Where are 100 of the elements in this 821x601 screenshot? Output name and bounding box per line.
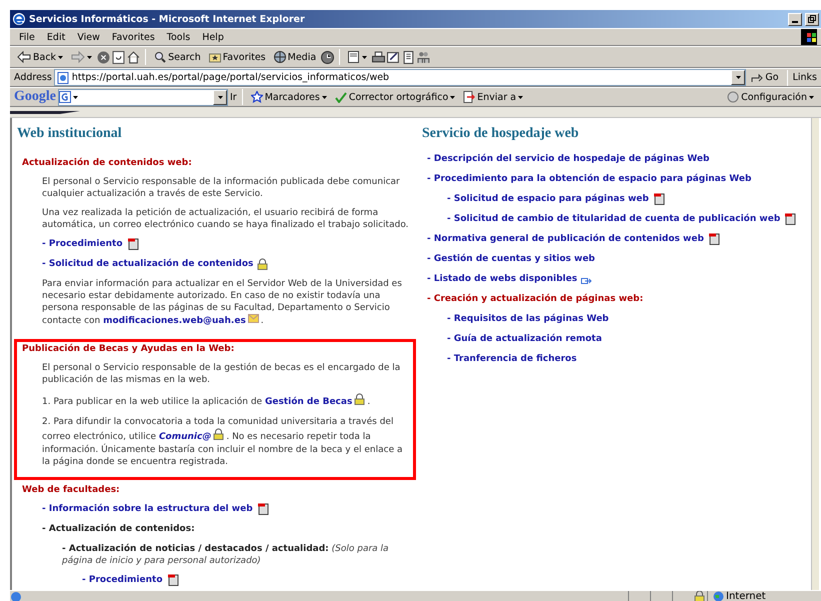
paragraph: Para enviar información para actualizar en el Servidor Web de la Universidad es necesario estar debidamente autorizado. En caso de no existir todavía una persona responsable de las páginas de su Facultad, Departamento o Servicio contacte con modificaciones.web@uah.es . <box>42 278 403 327</box>
windows-logo-icon <box>801 29 817 45</box>
paragraph: El personal o Servicio responsable de la gestión de becas es el encargado de la publicación de las mismas en la web. <box>42 362 402 386</box>
settings-button[interactable]: Configuración <box>724 90 817 104</box>
go-button[interactable]: Go <box>748 71 782 84</box>
link[interactable]: - Solicitud de cambio de titularidad de cuenta de publicación web <box>447 213 780 225</box>
menu-item[interactable]: View <box>72 30 105 44</box>
section-heading: Actualización de contenidos web: <box>22 157 193 169</box>
g-letter-icon <box>59 91 71 103</box>
section-heading: Web de facultades: <box>22 484 121 496</box>
link[interactable]: - Requisitos de las páginas Web <box>447 313 609 325</box>
caret-icon <box>518 96 524 98</box>
people-icon[interactable] <box>417 50 430 64</box>
link[interactable]: Gestión de Becas <box>264 397 352 407</box>
restore-button[interactable] <box>805 12 819 26</box>
document-icon[interactable] <box>402 50 416 64</box>
pdf-file-icon <box>708 233 720 245</box>
link[interactable]: - Solicitud de actualización de contenidos <box>42 258 254 270</box>
toolbar-button[interactable]: Corrector ortográfico <box>332 90 458 104</box>
pdf-file-icon <box>256 503 269 515</box>
caret-icon <box>736 76 741 79</box>
link[interactable]: - Procedimiento <box>42 238 123 250</box>
home-icon[interactable] <box>127 50 140 64</box>
caret-icon <box>218 96 222 98</box>
toolbar-button[interactable]: Media <box>270 50 320 64</box>
caret-icon <box>73 96 78 98</box>
star-icon <box>250 91 263 103</box>
pdf-file-icon <box>126 238 139 250</box>
menu-item[interactable]: Help <box>197 30 229 44</box>
link[interactable]: - Procedimiento para la obtención de espacio para páginas Web <box>427 173 752 185</box>
send-page-icon <box>463 91 476 103</box>
zone-label: Internet <box>726 591 767 601</box>
link[interactable]: - Listado de webs disponibles <box>427 273 578 285</box>
go-button[interactable]: Ir <box>230 92 237 102</box>
link[interactable]: - Procedimiento <box>82 574 163 586</box>
section-title: Web institucional <box>17 126 123 142</box>
scrollbar[interactable] <box>811 118 819 590</box>
links-label[interactable]: Links <box>792 72 817 83</box>
restore-icon <box>808 15 816 23</box>
google-search-field[interactable] <box>58 88 228 106</box>
globe-icon <box>274 51 286 63</box>
dropdown-button[interactable] <box>731 70 746 85</box>
caret-icon <box>58 56 64 58</box>
link[interactable]: - Tranferencia de ficheros <box>447 353 577 365</box>
address-label: Address <box>14 72 52 83</box>
section-title: Servicio de hospedaje web <box>422 126 580 142</box>
paragraph: 2. Para difundir la convocatoria a toda la comunidad universitaria a través del correo electrónico, utilice Comunic@ . No es necesario repetir toda la información. Únicamente bastaría con incluir el nombre de la beca y el enlace a la página donde se encuentra registrada. <box>42 416 404 468</box>
history-icon[interactable] <box>321 50 334 64</box>
link[interactable]: - Solicitud de espacio para páginas web <box>447 193 649 205</box>
subheading: - Creación y actualización de páginas web: <box>427 293 644 305</box>
link[interactable]: modificaciones.web@uah.es <box>103 316 246 326</box>
lock-icon <box>694 591 705 601</box>
browser-logo-icon <box>12 12 26 26</box>
dropdown-button[interactable] <box>213 90 227 104</box>
lock-icon <box>213 428 224 440</box>
google-logo: Google <box>14 89 56 105</box>
section-heading: Publicación de Becas y Ayudas en la Web: <box>22 343 236 355</box>
menu-item[interactable]: File <box>14 30 40 44</box>
lock-icon <box>257 258 268 270</box>
envelope-icon <box>248 314 259 323</box>
link[interactable]: - Gestión de cuentas y sitios web <box>427 253 595 265</box>
caret-icon <box>362 56 368 58</box>
link[interactable]: - Descripción del servicio de hospedaje de páginas Web <box>427 153 710 165</box>
menu-item[interactable]: Favorites <box>106 30 160 44</box>
stop-icon[interactable] <box>97 50 110 64</box>
menu-item[interactable]: Tools <box>162 30 196 44</box>
lock-icon <box>354 393 366 405</box>
paragraph: Una vez realizada la petición de actualización, el usuario recibirá de forma automática, un correo electrónico cuando se haya finalizado el trabajo solicitado. <box>42 207 410 231</box>
link[interactable]: - Guía de actualización remota <box>447 333 602 345</box>
toolbar-button[interactable]: Favorites <box>206 50 269 64</box>
link[interactable]: Comunic@ <box>158 432 212 442</box>
external-link-icon <box>581 277 592 285</box>
caret-icon <box>322 96 327 98</box>
printer-icon[interactable] <box>372 50 386 64</box>
window-title: Servicios Informáticos - Microsoft Internet Explorer <box>29 14 306 24</box>
toolbar-button[interactable]: Enviar a <box>460 90 526 104</box>
back-arrow-icon <box>17 51 31 63</box>
caret-icon <box>809 96 814 98</box>
subheading: - Actualización de contenidos: <box>42 523 195 535</box>
pdf-file-icon <box>166 574 179 586</box>
edit-page-icon[interactable] <box>387 50 400 64</box>
pdf-file-icon <box>784 213 796 225</box>
toolbar-button[interactable]: Search <box>151 50 204 64</box>
caret-icon <box>87 56 92 58</box>
link[interactable]: - Normativa general de publicación de contenidos web <box>427 233 704 245</box>
back-button[interactable]: Back <box>14 50 66 64</box>
paragraph: - Actualización de noticias / destacados / actualidad: (Solo para la página de inicio y para personal autorizado) <box>62 543 390 567</box>
minimize-button[interactable] <box>788 12 802 26</box>
paragraph: El personal o Servicio responsable de la información publicada debe comunicar cualquier actualización a través de este Servicio. <box>42 176 401 200</box>
globe-icon <box>713 591 724 601</box>
link[interactable]: - Información sobre la estructura del web <box>42 503 253 515</box>
pdf-file-icon <box>652 193 665 205</box>
checkmark-icon <box>334 91 347 103</box>
banner-edge-drawing <box>10 109 80 115</box>
menu-item[interactable]: Edit <box>42 30 70 44</box>
address-field[interactable]: https://portal.uah.es/portal/page/portal/servicios_informaticos/web <box>54 69 746 86</box>
toolbar-button[interactable]: Marcadores <box>248 90 330 104</box>
caret-icon <box>450 96 456 98</box>
paragraph: 1. Para publicar en la web utilice la aplicación de Gestión de Becas . <box>42 393 413 409</box>
magnifier-icon <box>154 51 166 63</box>
